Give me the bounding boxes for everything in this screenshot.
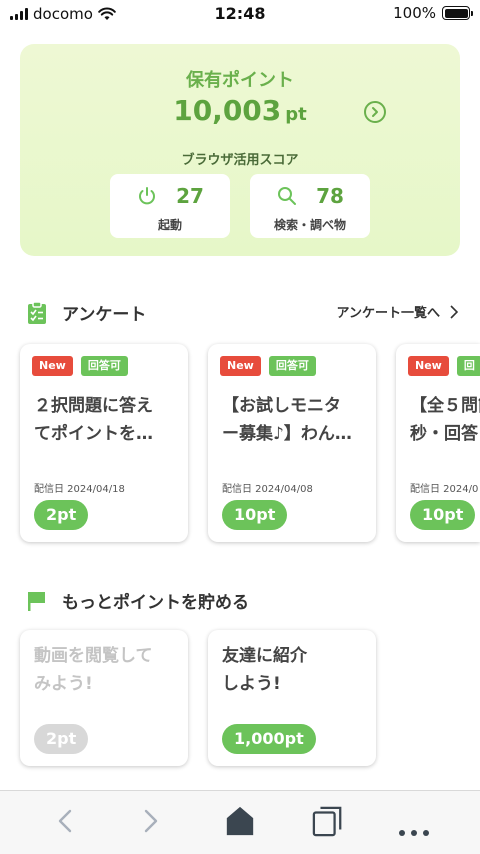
score-value: 27: [176, 184, 204, 208]
survey-card-date: 配信日 2024/0: [410, 484, 479, 495]
survey-section-title: アンケート: [62, 305, 147, 325]
survey-card-points: 10pt: [410, 500, 476, 530]
more-points-card-title: 友達に紹介 しよう!: [222, 646, 307, 694]
survey-card-date: 配信日 2024/04/18: [34, 484, 125, 495]
points-unit: pt: [285, 104, 307, 125]
score-label: 起動: [157, 218, 182, 232]
home-icon[interactable]: [224, 805, 256, 837]
survey-card[interactable]: New 回答可 【全５問簡 秒・回答 配信日 2024/0 10pt: [396, 344, 480, 542]
new-badge: New: [32, 356, 73, 376]
more-points-card-points: 2pt: [34, 724, 89, 754]
score-search[interactable]: 78 検索・調べ物: [250, 174, 370, 238]
new-badge: New: [220, 356, 261, 376]
points-title: 保有ポイント: [186, 70, 294, 91]
browser-toolbar: [0, 790, 480, 854]
more-points-card[interactable]: 動画を閲覧して みよう! 2pt: [20, 630, 188, 766]
survey-card-title: ２択問題に答え てポイントを…: [34, 396, 153, 444]
new-badge: New: [408, 356, 449, 376]
answerable-badge: 回答可: [456, 356, 480, 412]
more-points-section-header: もっとポイントを貯める: [0, 584, 480, 614]
back-icon[interactable]: [56, 805, 74, 837]
score-launch[interactable]: 27 起動: [110, 174, 230, 238]
power-icon: [139, 187, 156, 205]
more-points-section-title: もっとポイントを貯める: [62, 593, 249, 613]
tabs-icon[interactable]: [311, 805, 345, 837]
browser-score-title: ブラウザ活用スコア: [181, 153, 299, 168]
points-detail-arrow-icon[interactable]: [364, 101, 386, 123]
score-label: 検索・調べ物: [273, 218, 346, 232]
search-icon: [278, 187, 297, 205]
survey-list-link[interactable]: アンケート一覧へ: [337, 302, 458, 321]
more-points-card-title: 動画を閲覧して みよう!: [34, 646, 153, 694]
more-points-card-points: 1,000pt: [222, 724, 316, 754]
survey-card-title: 【お試しモニタ ー募集♪】わん…: [222, 396, 352, 444]
chevron-right-icon: [450, 304, 458, 319]
more-points-card[interactable]: 友達に紹介 しよう! 1,000pt: [208, 630, 376, 766]
points-value: 10,003: [173, 94, 282, 127]
more-icon[interactable]: [398, 817, 430, 849]
survey-list-link-label: アンケート一覧へ: [336, 306, 440, 321]
status-bar: docomo 12:48 100%: [0, 0, 480, 28]
survey-card[interactable]: New 回答可 【お試しモニタ ー募集♪】わん… 配信日 2024/04/08 …: [208, 344, 376, 542]
points-card[interactable]: 保有ポイント 10,003 pt ブラウザ活用スコア 27 起動 78 検索・調べ…: [20, 44, 460, 256]
survey-card-title: 【全５問簡 秒・回答: [410, 396, 480, 444]
answerable-badge: 回答可: [268, 356, 316, 376]
clipboard-icon: [28, 301, 46, 324]
survey-card-points: 2pt: [34, 500, 89, 530]
battery-icon: [442, 6, 473, 20]
survey-section-header: アンケート アンケート一覧へ: [0, 296, 480, 326]
survey-card[interactable]: New 回答可 ２択問題に答え てポイントを… 配信日 2024/04/18 2…: [20, 344, 188, 542]
score-value: 78: [316, 184, 344, 208]
flag-icon: [28, 592, 45, 611]
survey-card-date: 配信日 2024/04/08: [222, 484, 313, 495]
survey-card-points: 10pt: [222, 500, 288, 530]
forward-icon[interactable]: [142, 805, 160, 837]
battery-percent: 100%: [393, 4, 436, 22]
answerable-badge: 回答可: [80, 356, 128, 376]
points-balance: 10,003 pt: [20, 94, 460, 127]
